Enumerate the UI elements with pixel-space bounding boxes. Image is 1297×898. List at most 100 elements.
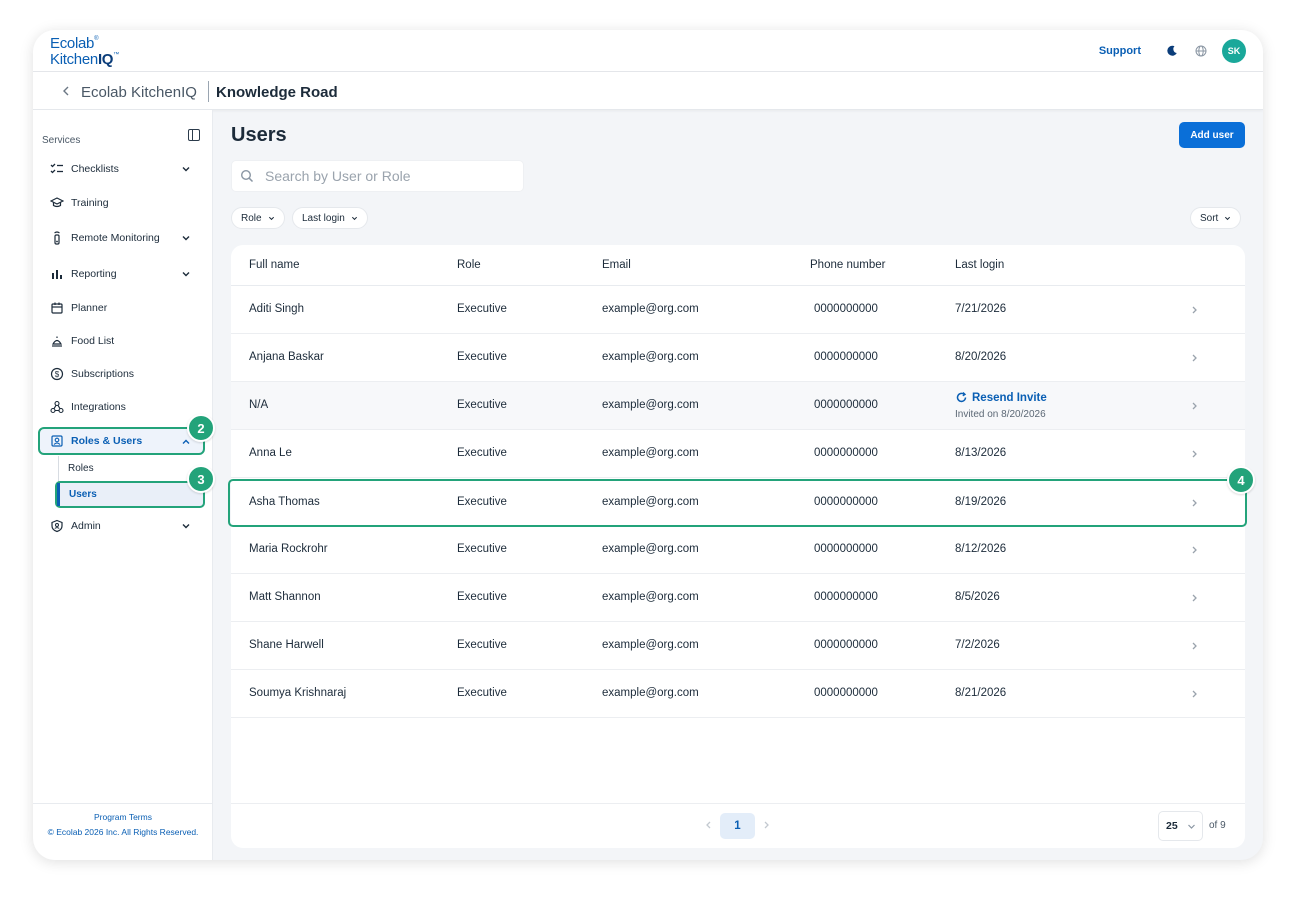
cell-phone: 0000000000 bbox=[814, 543, 878, 555]
cell-full-name: N/A bbox=[249, 399, 269, 411]
sidebar-item-label: Food List bbox=[71, 335, 115, 347]
sidebar-item-remote-monitoring[interactable]: Remote Monitoring bbox=[40, 226, 203, 250]
chevron-right-icon[interactable] bbox=[1190, 305, 1199, 315]
page-size-select[interactable]: 25 bbox=[1158, 811, 1203, 841]
page-title: Users bbox=[231, 124, 287, 146]
sidebar-item-food-list[interactable]: Food List bbox=[40, 329, 203, 353]
search-input[interactable] bbox=[265, 168, 495, 184]
cell-phone: 0000000000 bbox=[814, 447, 878, 459]
user-avatar[interactable]: SK bbox=[1222, 39, 1246, 63]
sidebar: Services Checklists Training Remote Moni… bbox=[33, 110, 213, 860]
checklist-icon bbox=[50, 162, 64, 176]
sidebar-item-label: Checklists bbox=[71, 163, 119, 175]
table-row[interactable]: Maria Rockrohr Executive example@org.com… bbox=[231, 526, 1245, 574]
cell-full-name: Matt Shannon bbox=[249, 591, 321, 603]
cell-email: example@org.com bbox=[602, 496, 699, 508]
table-row-highlighted[interactable]: Asha Thomas Executive example@org.com 00… bbox=[228, 479, 1247, 527]
cell-role: Executive bbox=[457, 303, 507, 315]
chevron-right-icon[interactable] bbox=[1190, 401, 1199, 411]
refresh-icon bbox=[956, 391, 967, 403]
sidebar-item-subscriptions[interactable]: $ Subscriptions bbox=[40, 362, 203, 386]
sidebar-item-admin[interactable]: Admin bbox=[40, 514, 203, 538]
add-user-button[interactable]: Add user bbox=[1179, 122, 1245, 148]
graduation-cap-icon bbox=[50, 196, 64, 210]
program-terms-link[interactable]: Program Terms bbox=[33, 810, 213, 825]
cell-full-name: Asha Thomas bbox=[249, 496, 320, 508]
ecolab-kitcheniq-logo[interactable]: Ecolab® KitchenIQ™ bbox=[50, 36, 119, 67]
globe-icon[interactable] bbox=[1194, 44, 1208, 58]
sensor-icon bbox=[50, 231, 64, 245]
sidebar-item-label: Remote Monitoring bbox=[71, 232, 160, 244]
table-row[interactable]: Shane Harwell Executive example@org.com … bbox=[231, 622, 1245, 670]
sidebar-item-label: Training bbox=[71, 197, 109, 209]
chevron-right-icon[interactable] bbox=[1190, 353, 1199, 363]
collapse-sidebar-icon[interactable] bbox=[188, 129, 200, 141]
sidebar-item-integrations[interactable]: Integrations bbox=[40, 395, 203, 419]
dark-mode-icon[interactable] bbox=[1165, 44, 1179, 58]
cell-full-name: Anna Le bbox=[249, 447, 292, 459]
cell-phone: 0000000000 bbox=[814, 496, 878, 508]
sort-dropdown[interactable]: Sort bbox=[1190, 207, 1242, 229]
sidebar-item-label: Integrations bbox=[71, 401, 126, 413]
calendar-icon bbox=[50, 301, 64, 315]
chevron-right-icon[interactable] bbox=[1190, 449, 1199, 459]
chevron-right-icon[interactable] bbox=[1190, 593, 1199, 603]
back-chevron-icon[interactable] bbox=[61, 84, 71, 98]
column-header-phone[interactable]: Phone number bbox=[810, 259, 885, 271]
table-row[interactable]: Anjana Baskar Executive example@org.com … bbox=[231, 334, 1245, 382]
previous-page-icon[interactable] bbox=[704, 820, 713, 830]
sidebar-item-training[interactable]: Training bbox=[40, 191, 203, 215]
column-header-full-name[interactable]: Full name bbox=[249, 259, 300, 271]
sort-label: Sort bbox=[1200, 212, 1219, 224]
chevron-down-icon bbox=[182, 524, 190, 529]
sidebar-item-label: Reporting bbox=[71, 268, 117, 280]
cell-full-name: Anjana Baskar bbox=[249, 351, 324, 363]
cell-email: example@org.com bbox=[602, 447, 699, 459]
chevron-right-icon[interactable] bbox=[1190, 498, 1199, 508]
table-row[interactable]: Matt Shannon Executive example@org.com 0… bbox=[231, 574, 1245, 622]
table-row[interactable]: Aditi Singh Executive example@org.com 00… bbox=[231, 286, 1245, 334]
sidebar-item-reporting[interactable]: Reporting bbox=[40, 262, 203, 286]
cell-last-login: 7/21/2026 bbox=[955, 303, 1007, 315]
chevron-down-icon bbox=[182, 236, 190, 241]
role-filter[interactable]: Role bbox=[231, 207, 285, 229]
dollar-icon: $ bbox=[50, 367, 64, 381]
column-header-email[interactable]: Email bbox=[602, 259, 631, 271]
sidebar-item-checklists[interactable]: Checklists bbox=[40, 157, 203, 181]
page-size-value: 25 bbox=[1166, 820, 1178, 832]
support-link[interactable]: Support bbox=[1099, 45, 1141, 57]
table-row[interactable]: N/A Executive example@org.com 0000000000… bbox=[231, 382, 1245, 430]
svg-text:$: $ bbox=[55, 370, 60, 379]
integrations-icon bbox=[50, 400, 64, 414]
cell-phone: 0000000000 bbox=[814, 639, 878, 651]
cell-phone: 0000000000 bbox=[814, 591, 878, 603]
sidebar-subitem-users[interactable]: Users bbox=[55, 481, 205, 508]
page-number-button[interactable]: 1 bbox=[720, 813, 755, 839]
sidebar-item-label: Planner bbox=[71, 302, 108, 314]
organization-name: Knowledge Road bbox=[216, 84, 338, 101]
pagination: 1 25 of 9 bbox=[231, 803, 1245, 848]
cell-email: example@org.com bbox=[602, 687, 699, 699]
chevron-right-icon[interactable] bbox=[1190, 545, 1199, 555]
cell-last-login: 8/21/2026 bbox=[955, 687, 1007, 699]
chevron-right-icon[interactable] bbox=[1190, 689, 1199, 699]
cell-full-name: Soumya Krishnaraj bbox=[249, 687, 347, 699]
chevron-up-icon bbox=[182, 439, 190, 444]
resend-invite-button[interactable]: Resend Invite bbox=[955, 391, 1047, 404]
column-header-role[interactable]: Role bbox=[457, 259, 481, 271]
sidebar-item-planner[interactable]: Planner bbox=[40, 296, 203, 320]
filter-label: Last login bbox=[302, 212, 345, 224]
chevron-down-icon bbox=[351, 216, 357, 220]
next-page-icon[interactable] bbox=[762, 820, 771, 830]
chevron-right-icon[interactable] bbox=[1190, 641, 1199, 651]
table-row[interactable]: Anna Le Executive example@org.com 000000… bbox=[231, 430, 1245, 478]
top-bar: Ecolab® KitchenIQ™ Support SK bbox=[33, 30, 1263, 72]
last-login-filter[interactable]: Last login bbox=[292, 207, 368, 229]
table-row[interactable]: Soumya Krishnaraj Executive example@org.… bbox=[231, 670, 1245, 718]
cell-email: example@org.com bbox=[602, 543, 699, 555]
column-header-last-login[interactable]: Last login bbox=[955, 259, 1004, 271]
services-label: Services bbox=[42, 135, 81, 146]
sidebar-item-label: Admin bbox=[71, 520, 101, 532]
cell-role: Executive bbox=[457, 687, 507, 699]
sidebar-item-roles-users[interactable]: Roles & Users bbox=[38, 427, 205, 455]
